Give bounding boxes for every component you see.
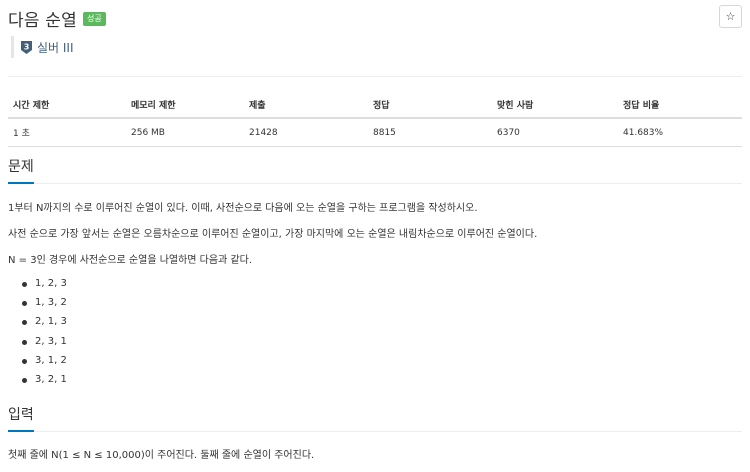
time-limit-cell: 1 초 <box>8 118 126 147</box>
accepted-ratio-cell: 41.683% <box>618 118 742 147</box>
table-header-row: 시간 제한 메모리 제한 제출 정답 맞힌 사람 정답 비율 <box>8 92 742 119</box>
solved-users-cell: 6370 <box>492 118 618 147</box>
title-row: 다음 순열 성공 <box>8 6 106 31</box>
problem-paragraph: 1부터 N까지의 수로 이루어진 순열이 있다. 이때, 사전순으로 다음에 오… <box>8 203 478 214</box>
list-item: 1, 3, 2 <box>22 295 67 314</box>
memory-limit-cell: 256 MB <box>126 118 244 147</box>
column-header: 메모리 제한 <box>126 92 244 119</box>
star-icon: ☆ <box>725 10 736 23</box>
list-item: 3, 1, 2 <box>22 353 67 372</box>
input-section-header: 입력 <box>8 404 742 432</box>
column-header: 제출 <box>244 92 368 119</box>
problem-paragraph: 사전 순으로 가장 앞서는 순열은 오름차순으로 이루어진 순열이고, 가장 마… <box>8 229 538 240</box>
problem-info-table: 시간 제한 메모리 제한 제출 정답 맞힌 사람 정답 비율 1 초 256 M… <box>8 92 742 147</box>
tier-icon-number: 3 <box>24 42 30 51</box>
column-header: 시간 제한 <box>8 92 126 119</box>
input-heading: 입력 <box>8 404 34 432</box>
list-item: 2, 3, 1 <box>22 334 67 353</box>
page-title: 다음 순열 <box>8 11 77 31</box>
status-badge: 성공 <box>82 11 106 26</box>
submissions-cell: 21428 <box>244 118 368 147</box>
column-header: 정답 <box>368 92 492 119</box>
tier-label: 실버 III <box>37 40 74 55</box>
table-row: 1 초 256 MB 21428 8815 6370 41.683% <box>8 118 742 147</box>
problem-paragraph: N = 3인 경우에 사전순으로 순열을 나열하면 다음과 같다. <box>8 255 253 266</box>
divider <box>8 76 742 77</box>
permutation-list: 1, 2, 3 1, 3, 2 2, 1, 3 2, 3, 1 3, 1, 2 … <box>22 276 67 391</box>
problem-section-header: 문제 <box>8 156 742 184</box>
problem-heading: 문제 <box>8 156 34 184</box>
favorite-button[interactable]: ☆ <box>719 5 742 28</box>
list-item: 2, 1, 3 <box>22 314 67 333</box>
list-item: 1, 2, 3 <box>22 276 67 295</box>
problem-page: 다음 순열 성공 ☆ 3 실버 III 시간 제한 메모리 제한 제출 정답 맞… <box>0 0 750 472</box>
column-header: 정답 비율 <box>618 92 742 119</box>
list-item: 3, 2, 1 <box>22 372 67 391</box>
input-description: 첫째 줄에 N(1 ≤ N ≤ 10,000)이 주어진다. 둘째 줄에 순열이… <box>8 450 315 461</box>
column-header: 맞힌 사람 <box>492 92 618 119</box>
silver-tier-icon: 3 <box>21 40 32 54</box>
tier-indicator[interactable]: 3 실버 III <box>11 36 74 58</box>
accepted-cell: 8815 <box>368 118 492 147</box>
